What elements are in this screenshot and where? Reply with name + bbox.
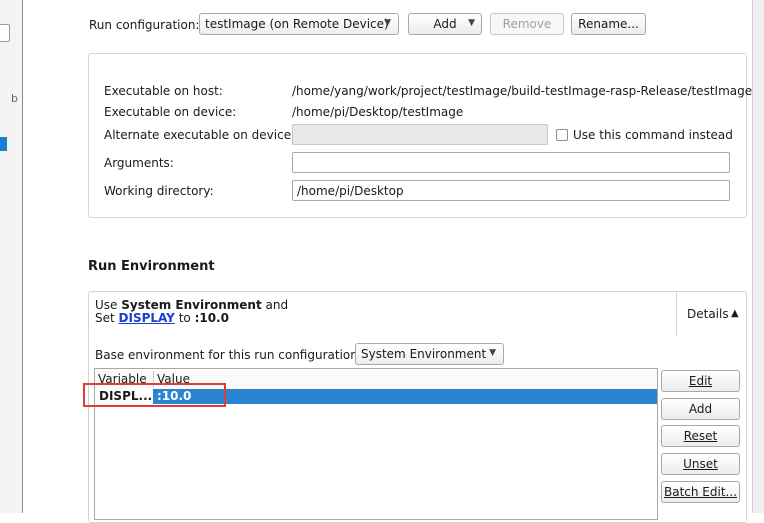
sidebar-selection-marker[interactable] — [0, 137, 7, 151]
reset-label: Reset — [683, 429, 718, 443]
summary-use: Use — [95, 298, 122, 312]
workdir-label: Working directory: — [104, 184, 214, 198]
run-config-label: Run configuration: — [89, 18, 200, 32]
reset-button[interactable]: Reset — [661, 425, 740, 447]
exec-device-value: /home/pi/Desktop/testImage — [292, 105, 464, 119]
add-config-button[interactable]: Add ▼ — [408, 13, 482, 35]
base-environment-select[interactable]: System Environment ▼ — [355, 343, 504, 365]
run-environment-title: Run Environment — [88, 259, 215, 274]
base-environment-selected: System Environment — [361, 347, 487, 361]
exec-device-label: Executable on device: — [104, 105, 237, 119]
chevron-down-icon: ▼ — [384, 18, 391, 28]
summary-system-env: System Environment — [121, 298, 262, 312]
unset-label: Unset — [683, 457, 718, 471]
chevron-down-icon: ▼ — [468, 18, 475, 28]
display-var-link[interactable]: DISPLAY — [119, 311, 175, 325]
annotation-highlight-box — [83, 383, 226, 407]
batch-edit-label: Batch Edit... — [664, 485, 737, 499]
summary-and: and — [261, 298, 289, 312]
summary-to: to — [174, 311, 195, 325]
summary-set: Set — [95, 311, 119, 325]
base-environment-label: Base environment for this run configurat… — [95, 348, 362, 362]
unset-button[interactable]: Unset — [661, 453, 740, 475]
left-sidebar-edge — [0, 0, 23, 513]
workdir-field[interactable]: /home/pi/Desktop — [292, 180, 730, 201]
details-toggle[interactable]: Details ▲ — [676, 292, 745, 336]
add-env-label: Add — [688, 402, 713, 416]
run-config-selected: testImage (on Remote Device) — [205, 17, 389, 31]
alt-exec-label: Alternate executable on device: — [104, 128, 296, 142]
details-label: Details — [687, 307, 729, 321]
vertical-scrollbar[interactable] — [752, 0, 764, 513]
use-command-label: Use this command instead — [573, 128, 733, 142]
add-config-label: Add — [433, 17, 457, 31]
sidebar-stub-text: b — [11, 92, 18, 105]
add-env-button[interactable]: Add — [661, 398, 740, 420]
arguments-label: Arguments: — [104, 156, 174, 170]
chevron-down-icon: ▼ — [489, 348, 496, 358]
sidebar-stub-button[interactable] — [0, 24, 10, 42]
remove-config-button[interactable]: Remove — [490, 13, 564, 35]
alt-exec-field[interactable] — [292, 124, 548, 145]
chevron-up-icon: ▲ — [731, 308, 739, 319]
use-command-checkbox[interactable] — [556, 129, 568, 141]
exec-host-value: /home/yang/work/project/testImage/build-… — [292, 84, 753, 98]
edit-button[interactable]: Edit — [661, 370, 740, 392]
rename-config-button[interactable]: Rename... — [571, 13, 646, 35]
edit-label: Edit — [688, 374, 713, 388]
run-config-select[interactable]: testImage (on Remote Device) ▼ — [199, 13, 399, 35]
batch-edit-button[interactable]: Batch Edit... — [661, 481, 740, 503]
exec-host-label: Executable on host: — [104, 84, 223, 98]
arguments-field[interactable] — [292, 152, 730, 173]
environment-summary: Use System Environment and Set DISPLAY t… — [95, 299, 288, 325]
summary-value: :10.0 — [194, 311, 229, 325]
